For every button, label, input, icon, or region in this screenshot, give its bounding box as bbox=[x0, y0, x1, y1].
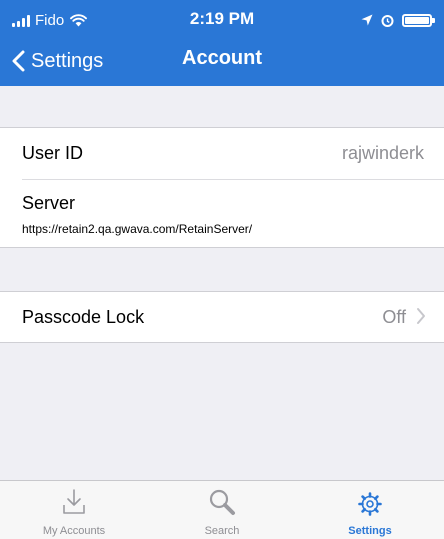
status-right bbox=[361, 11, 435, 29]
location-icon bbox=[361, 14, 373, 26]
security-group: Passcode Lock Off bbox=[0, 291, 444, 343]
user-id-label: User ID bbox=[22, 143, 84, 163]
server-url: https://retain2.qa.gwava.com/RetainServe… bbox=[22, 222, 253, 236]
tab-my-accounts-label: My Accounts bbox=[42, 525, 106, 537]
gear-icon bbox=[358, 492, 382, 516]
passcode-lock-row[interactable]: Passcode Lock Off bbox=[0, 292, 444, 342]
tab-settings-label: Settings bbox=[348, 525, 392, 537]
tab-search-label: Search bbox=[204, 525, 240, 537]
user-id-row: User ID rajwinderk bbox=[0, 128, 444, 179]
tab-bar: My Accounts Search Settings bbox=[0, 480, 444, 539]
battery-icon bbox=[402, 13, 435, 27]
nav-bar: Settings Account bbox=[0, 40, 444, 86]
server-row: Server https://retain2.qa.gwava.com/Reta… bbox=[0, 180, 444, 248]
tab-settings[interactable]: Settings bbox=[296, 481, 444, 539]
magnifier-icon bbox=[209, 489, 235, 515]
navigation-header: Fido 2:19 PM Settings Account bbox=[0, 0, 444, 86]
alarm-icon bbox=[381, 14, 394, 27]
account-info-group: User ID rajwinderk Server https://retain… bbox=[0, 127, 444, 248]
status-bar: Fido 2:19 PM bbox=[0, 0, 444, 40]
passcode-lock-value: Off bbox=[382, 307, 406, 327]
chevron-right-icon bbox=[417, 308, 425, 324]
server-label: Server bbox=[22, 193, 76, 213]
download-tray-icon bbox=[63, 489, 85, 514]
page-title: Account bbox=[182, 47, 262, 69]
tab-search[interactable]: Search bbox=[148, 481, 296, 539]
passcode-lock-label: Passcode Lock bbox=[22, 307, 145, 327]
user-id-value: rajwinderk bbox=[341, 143, 424, 163]
tab-my-accounts[interactable]: My Accounts bbox=[0, 481, 148, 539]
